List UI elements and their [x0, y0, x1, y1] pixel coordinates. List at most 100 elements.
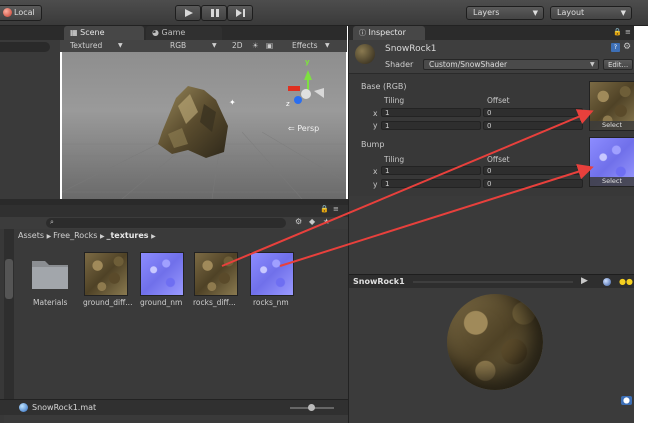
material-preview-sphere [447, 294, 543, 390]
preview-play-icon[interactable]: ▶ [581, 276, 588, 286]
asset-ground-diff[interactable] [84, 252, 128, 296]
base-select-label: Select [601, 121, 623, 129]
bump-offset-header: Offset [487, 155, 510, 164]
shading-mode-dropdown[interactable]: Textured ▼ [70, 40, 128, 52]
base-tiling-y-value: 1 [385, 122, 390, 130]
tab-game[interactable]: ◕ Game [146, 26, 222, 40]
project-search-row: ⌕ ⚙ ◆ ★ [0, 217, 348, 229]
light-icon: ✦ [229, 98, 236, 107]
local-globe-icon [3, 8, 12, 17]
asset-ground-nm[interactable] [140, 252, 184, 296]
asset-label-rocks-nm: rocks_nm [253, 298, 289, 307]
hierarchy-search-input[interactable] [0, 42, 50, 52]
material-thumbnail-icon [355, 44, 375, 64]
gear-icon[interactable]: ⚙ [623, 42, 631, 52]
info-icon: ⓘ [359, 29, 366, 37]
gizmo-y-label: y [305, 58, 310, 66]
asset-rocks-diff[interactable] [194, 252, 238, 296]
bump-x-label: x [373, 167, 378, 176]
search-icon: ⌕ [50, 218, 54, 226]
hierarchy-panel [0, 26, 60, 199]
pause-icon [211, 9, 219, 17]
preview-light-icon[interactable]: ●● [619, 277, 633, 286]
layout-dropdown[interactable]: Layout ▼ [550, 6, 632, 20]
scrollbar-thumb[interactable] [5, 259, 13, 299]
asset-folder-materials[interactable] [30, 255, 70, 291]
layout-label: Layout [557, 8, 585, 17]
slider-knob[interactable] [308, 404, 315, 411]
tab-inspector[interactable]: ⓘ Inspector [353, 26, 425, 40]
persp-label-group[interactable]: ⇐ Persp [288, 124, 319, 133]
effects-label: Effects [292, 41, 318, 50]
game-tab-icon: ◕ [152, 28, 159, 37]
bump-tiling-y-value: 1 [385, 180, 390, 188]
base-texture-slot[interactable]: Select [589, 81, 635, 131]
tab-scene-label: Scene [80, 28, 105, 37]
base-x-label: x [373, 109, 378, 118]
favorite-icon[interactable]: ★ [323, 217, 330, 226]
preview-sphere-icon[interactable] [603, 278, 611, 286]
bump-texture-slot[interactable]: Select [589, 137, 635, 187]
breadcrumb-free-rocks[interactable]: Free_Rocks [53, 231, 97, 240]
scene-audio-toggle[interactable]: ▣ [266, 40, 276, 52]
bump-tiling-x-field[interactable]: 1 [381, 166, 481, 175]
bump-select-button[interactable]: Select [590, 177, 634, 186]
asset-rocks-nm[interactable] [250, 252, 294, 296]
scene-lighting-toggle[interactable]: ☀ [252, 40, 262, 52]
layout-caret-icon: ▼ [620, 9, 626, 17]
base-tiling-x-value: 1 [385, 109, 390, 117]
panel-menu-icon: ≡ [333, 205, 339, 213]
layers-caret-icon: ▼ [532, 9, 538, 17]
shader-edit-button[interactable]: Edit... [603, 59, 633, 70]
step-button[interactable] [227, 5, 253, 21]
base-offset-y-field[interactable]: 0 [483, 121, 583, 130]
base-tiling-x-field[interactable]: 1 [381, 108, 481, 117]
base-select-button[interactable]: Select [590, 121, 634, 130]
thumbnail-size-slider[interactable] [290, 404, 334, 411]
image-icon: ▣ [266, 41, 274, 50]
project-header: 🔒 ≡ [0, 205, 348, 217]
filter-label-icon[interactable]: ◆ [309, 217, 315, 226]
bump-tiling-y-field[interactable]: 1 [381, 179, 481, 188]
tag-icon[interactable]: ⬤ [621, 396, 632, 405]
project-search-input[interactable]: ⌕ [46, 218, 286, 228]
bump-select-label: Select [601, 177, 623, 185]
play-button[interactable] [175, 5, 201, 21]
help-book-icon[interactable]: ? [611, 43, 620, 52]
bump-tiling-header: Tiling [384, 155, 405, 164]
inspector-tabbar: ⓘ Inspector 🔒 ≡ [349, 26, 635, 40]
project-folder-scrollbar[interactable] [4, 229, 14, 399]
material-name: SnowRock1 [385, 44, 437, 54]
breadcrumb: Assets ▶ Free_Rocks ▶ _textures ▶ [18, 231, 156, 240]
scene-viewport[interactable]: ✦ y z ⇐ Persp [62, 52, 346, 199]
effects-dropdown[interactable]: Effects ▼ [292, 40, 336, 52]
render-mode-dropdown[interactable]: RGB ▼ [170, 40, 222, 52]
breadcrumb-textures[interactable]: _textures [106, 231, 148, 240]
toggle-2d-button[interactable]: 2D [232, 40, 246, 52]
bump-offset-x-field[interactable]: 0 [483, 166, 583, 175]
tab-scene[interactable]: ▦ Scene [64, 26, 144, 40]
play-icon [185, 9, 193, 17]
filter-type-icon[interactable]: ⚙ [295, 217, 302, 226]
shader-dropdown[interactable]: Custom/SnowShader ▼ [423, 59, 599, 70]
render-mode-label: RGB [170, 41, 187, 50]
render-caret-icon: ▼ [212, 42, 217, 49]
preview-title: SnowRock1 [353, 277, 405, 286]
base-tiling-y-field[interactable]: 1 [381, 121, 481, 130]
pause-button[interactable] [201, 5, 227, 21]
bump-tiling-x-value: 1 [385, 167, 390, 175]
breadcrumb-assets[interactable]: Assets [18, 231, 44, 240]
layers-dropdown[interactable]: Layers ▼ [466, 6, 544, 20]
base-y-label: y [373, 121, 378, 130]
panel-menu-icon[interactable]: ≡ [625, 28, 631, 36]
local-label: Local [14, 8, 35, 17]
main-toolbar: Local Layers ▼ Layout ▼ [0, 0, 648, 26]
layers-label: Layers [473, 8, 500, 17]
pivot-local-toggle[interactable]: Local [0, 5, 42, 21]
base-tiling-header: Tiling [384, 96, 405, 105]
lock-icon[interactable]: 🔒 [613, 28, 622, 36]
preview-area[interactable]: ⬤ [349, 288, 635, 423]
shader-edit-label: Edit... [608, 61, 629, 69]
base-offset-x-field[interactable]: 0 [483, 108, 583, 117]
bump-offset-y-field[interactable]: 0 [483, 179, 583, 188]
